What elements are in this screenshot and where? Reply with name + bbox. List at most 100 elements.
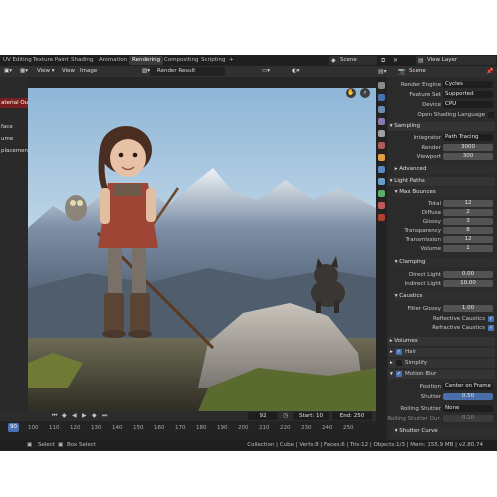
ruler-tick: 210	[259, 425, 270, 431]
new-scene-icon[interactable]: ⧉	[381, 56, 385, 65]
light-paths-panel-header[interactable]: ▾ Light Paths	[388, 177, 495, 186]
simplify-checkbox[interactable]	[396, 360, 402, 366]
view-layer-selector[interactable]: ▤ View Layer	[416, 56, 496, 65]
render-samples-field[interactable]: 3000	[443, 144, 493, 151]
position-row: Position Center on Frame	[388, 383, 495, 391]
bounce-field[interactable]: 8	[443, 227, 493, 234]
frame-ruler[interactable]: 90 100 110 120 130 140 150 160 170 180 1…	[0, 423, 376, 433]
menu-view-dropdown[interactable]: View ▾	[35, 67, 57, 76]
sidebar-item-volume[interactable]: ume	[1, 136, 13, 142]
render-properties-panel: Render Engine Cycles Feature Set Support…	[387, 77, 497, 440]
render-engine-dropdown[interactable]: Cycles	[443, 81, 493, 88]
tab-texture-paint[interactable]: Texture Paint	[30, 56, 72, 65]
viewport-samples-field[interactable]: 300	[443, 153, 493, 160]
simplify-label: Simplify	[405, 360, 428, 366]
advanced-title: Advanced	[399, 166, 427, 172]
reflective-caustics-row: Reflective Caustics ✓	[388, 315, 495, 323]
bounce-field[interactable]: 3	[443, 218, 493, 225]
render-result-field[interactable]: Render Result	[150, 67, 225, 76]
menu-image[interactable]: Image	[78, 67, 99, 76]
properties-editor-icon[interactable]: ▤▾	[378, 67, 387, 76]
menu-view[interactable]: View	[60, 67, 77, 76]
sidebar-item-surface[interactable]: face	[1, 124, 13, 130]
add-workspace-button[interactable]: +	[226, 56, 237, 65]
material-tab-icon[interactable]	[378, 202, 385, 209]
world-tab-icon[interactable]	[378, 142, 385, 149]
modifier-tab-icon[interactable]	[378, 166, 385, 173]
tab-shading[interactable]: Shading	[68, 56, 96, 65]
delete-scene-icon[interactable]: ✕	[393, 56, 398, 65]
playhead-frame[interactable]: 90	[8, 423, 19, 432]
tab-scripting[interactable]: Scripting	[198, 56, 228, 65]
rolling-shutter-dropdown[interactable]: None	[443, 405, 493, 412]
shutter-row: Shutter 0.50	[388, 393, 495, 401]
integrator-dropdown[interactable]: Path Tracing	[443, 134, 493, 141]
status-select: Select	[38, 442, 55, 448]
display-channels-icon[interactable]: ◐▾	[290, 67, 302, 76]
material-output-node[interactable]: aterial Out	[0, 98, 29, 108]
hair-expand-icon: ▸	[390, 349, 393, 355]
play-reverse-icon[interactable]: ◀	[72, 411, 77, 421]
view-layer-tab-icon[interactable]	[378, 118, 385, 125]
clamping-subpanel-header[interactable]: ▾ Clamping	[393, 258, 495, 267]
end-frame-field[interactable]: End: 250	[332, 412, 372, 420]
render-tab-icon[interactable]	[378, 94, 385, 101]
osl-checkbox[interactable]	[488, 112, 494, 118]
jump-end-icon[interactable]: ⏭	[102, 411, 107, 421]
refractive-caustics-checkbox[interactable]: ✓	[488, 325, 494, 331]
tab-animation[interactable]: Animation	[96, 56, 130, 65]
direct-light-field[interactable]: 0.00	[443, 271, 493, 278]
caustics-subpanel-header[interactable]: ▾ Caustics	[393, 292, 495, 301]
tab-rendering[interactable]: Rendering	[129, 56, 164, 65]
rolling-shutter-duration-field[interactable]: 0.10	[443, 415, 493, 422]
next-keyframe-icon[interactable]: ◆	[92, 411, 97, 421]
scene-tab-icon[interactable]	[378, 130, 385, 137]
bounce-field[interactable]: 12	[443, 236, 493, 243]
sampling-panel-header[interactable]: ▾ Sampling	[388, 122, 495, 131]
slot-selector-icon[interactable]: ▭▾	[260, 67, 272, 76]
device-label: Device	[422, 102, 441, 108]
scene-selector[interactable]: ◆ Scene	[329, 56, 377, 65]
pin-icon[interactable]: 📌	[486, 67, 493, 76]
hair-panel-header[interactable]: ▸ ✓ Hair	[388, 348, 495, 357]
position-dropdown[interactable]: Center on Frame	[443, 383, 493, 390]
current-frame-field[interactable]: 92	[248, 412, 278, 420]
output-tab-icon[interactable]	[378, 106, 385, 113]
tool-tab-icon[interactable]	[378, 82, 385, 89]
hair-checkbox[interactable]: ✓	[396, 349, 402, 355]
shutter-slider[interactable]: 0.50	[443, 393, 493, 400]
filter-glossy-field[interactable]: 1.00	[443, 305, 493, 312]
particles-tab-icon[interactable]	[378, 178, 385, 185]
feature-set-dropdown[interactable]: Supported	[443, 91, 493, 98]
indirect-light-field[interactable]: 10.00	[443, 280, 493, 287]
bounce-field[interactable]: 1	[443, 245, 493, 252]
bounce-field[interactable]: 2	[443, 209, 493, 216]
simplify-panel-header[interactable]: ▸ Simplify	[388, 359, 495, 368]
motion-blur-checkbox[interactable]: ✓	[396, 371, 402, 377]
motion-blur-panel-header[interactable]: ▾ ✓ Motion Blur	[388, 370, 495, 379]
reflective-caustics-checkbox[interactable]: ✓	[488, 316, 494, 322]
object-tab-icon[interactable]	[378, 154, 385, 161]
zoom-icon[interactable]: ✋	[346, 88, 356, 98]
editor-type-icon[interactable]: ▣▾	[2, 67, 14, 76]
clock-icon[interactable]: ◷	[283, 411, 288, 421]
advanced-subpanel-header[interactable]: ▸ Advanced	[393, 165, 495, 174]
volumes-panel-header[interactable]: ▸ Volumes	[388, 337, 495, 346]
physics-tab-icon[interactable]	[378, 190, 385, 197]
image-mode-icon[interactable]: ▦▾	[18, 67, 30, 76]
search-icon[interactable]: ⌕	[360, 88, 370, 98]
tab-compositing[interactable]: Compositing	[161, 56, 201, 65]
play-icon[interactable]: ▶	[82, 411, 87, 421]
filter-glossy-row: Filter Glossy 1.00	[388, 305, 495, 313]
start-frame-field[interactable]: Start: 10	[293, 412, 329, 420]
jump-start-icon[interactable]: ⏮	[52, 411, 57, 421]
device-dropdown[interactable]: CPU	[443, 101, 493, 108]
bounce-field[interactable]: 12	[443, 200, 493, 207]
max-bounces-subpanel-header[interactable]: ▾ Max Bounces	[393, 188, 495, 197]
shutter-curve-subpanel-header[interactable]: ▾ Shutter Curve	[393, 427, 495, 436]
render-viewport[interactable]: ✋ ⌕	[28, 88, 376, 411]
osl-label: Open Shading Language	[417, 112, 485, 118]
prev-keyframe-icon[interactable]: ◆	[62, 411, 67, 421]
sidebar-item-displacement[interactable]: placement	[1, 148, 30, 154]
texture-tab-icon[interactable]	[378, 214, 385, 221]
